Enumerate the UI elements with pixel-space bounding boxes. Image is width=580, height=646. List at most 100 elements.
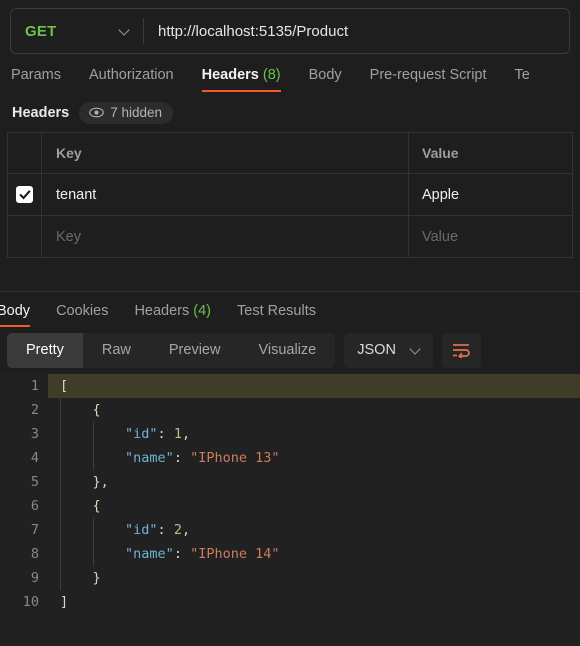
code-line-content: "id": 1,	[48, 421, 580, 446]
row-value-cell[interactable]: Value	[409, 216, 572, 257]
indent-guide	[60, 469, 61, 494]
request-tab-headers[interactable]: Headers (8)	[201, 67, 281, 92]
code-token: "name"	[125, 449, 174, 466]
code-line: 1[	[0, 373, 580, 398]
request-url-bar-container: GET http://localhost:5135/Product	[0, 0, 580, 54]
response-tab-headers[interactable]: Headers (4)	[134, 303, 211, 327]
response-tab-test-results[interactable]: Test Results	[237, 303, 316, 327]
request-tabs: Params Authorization Headers (8) Body Pre-re…	[0, 54, 580, 92]
request-tab-authorization[interactable]: Authorization	[89, 67, 174, 92]
code-line: 9 }	[0, 565, 580, 590]
row-enabled-checkbox[interactable]	[16, 186, 33, 203]
wrap-text-button[interactable]	[441, 332, 481, 368]
http-method-selector[interactable]: GET	[11, 9, 143, 53]
request-tab-te[interactable]: Te	[515, 67, 530, 92]
indent-guide	[60, 541, 61, 566]
api-client-window: GET http://localhost:5135/Product Params…	[0, 0, 580, 646]
response-view-mode-group: Pretty Raw Preview Visualize	[7, 332, 336, 368]
code-token: :	[173, 449, 191, 466]
request-tab-count: (8)	[258, 67, 281, 83]
row-key-cell[interactable]: tenant	[42, 174, 409, 215]
line-number: 4	[0, 445, 48, 470]
code-token: ,	[181, 521, 191, 538]
headers-table: Key Value tenant Apple Key Value	[7, 132, 573, 258]
code-token: :	[173, 545, 191, 562]
row-value-cell[interactable]: Apple	[409, 174, 572, 215]
code-line: 7 "id": 2,	[0, 517, 580, 542]
line-number: 8	[0, 541, 48, 566]
code-token: "IPhone 14"	[190, 545, 280, 562]
wrap-text-icon	[453, 344, 471, 358]
request-tab-label: Pre-request Script	[369, 67, 487, 83]
code-token: "name"	[125, 545, 174, 562]
response-format-select[interactable]: JSON	[344, 332, 433, 368]
response-tab-label: Cookies	[56, 302, 109, 319]
hidden-headers-toggle[interactable]: 7 hidden	[79, 102, 174, 124]
response-body-editor[interactable]: 1[2 {3 "id": 1, 4 "name": "IPhone 13" 5 },…	[0, 373, 580, 646]
view-mode-label: Preview	[168, 342, 221, 358]
view-mode-visualize[interactable]: Visualize	[239, 333, 335, 368]
row-key-cell[interactable]: Key	[42, 216, 409, 257]
code-line-content: "name": "IPhone 14"	[48, 541, 580, 566]
code-token: "id"	[125, 425, 158, 442]
line-number: 3	[0, 421, 48, 446]
response-tab-count: (4)	[189, 302, 212, 319]
code-token: 1	[173, 425, 182, 442]
table-row: tenant Apple	[8, 174, 572, 216]
view-mode-pretty[interactable]: Pretty	[7, 332, 83, 368]
code-line: 5 },	[0, 469, 580, 494]
code-token: },	[60, 473, 109, 490]
indent-guide	[60, 445, 61, 470]
request-tab-pre-request-script[interactable]: Pre-request Script	[370, 67, 487, 92]
code-token: ,	[181, 425, 191, 442]
response-tab-body[interactable]: Body	[0, 303, 31, 327]
code-line: 8 "name": "IPhone 14"	[0, 541, 580, 566]
row-checkbox-cell	[8, 174, 42, 215]
response-tab-cookies[interactable]: Cookies	[56, 303, 108, 327]
hidden-headers-count: 7 hidden	[110, 105, 163, 120]
table-header-key-cell: Key	[42, 133, 409, 173]
headers-table-body: tenant Apple Key Value	[8, 174, 572, 258]
line-number: 9	[0, 565, 48, 590]
response-format-label: JSON	[357, 342, 396, 358]
request-tab-params[interactable]: Params	[11, 67, 61, 92]
line-number: 1	[0, 373, 48, 398]
indent-guide	[60, 493, 61, 518]
code-line: 10]	[0, 589, 580, 614]
request-tab-label: Params	[11, 67, 61, 83]
view-mode-raw[interactable]: Raw	[83, 333, 150, 368]
code-line-content: {	[48, 493, 580, 518]
indent-guide	[60, 397, 61, 422]
request-url-bar: GET http://localhost:5135/Product	[10, 8, 570, 54]
request-tab-body[interactable]: Body	[309, 67, 342, 92]
line-number: 6	[0, 493, 48, 518]
indent-guide	[93, 445, 94, 470]
request-pane-spacer	[0, 258, 580, 291]
row-key-text: tenant	[56, 186, 97, 203]
code-token: [	[60, 377, 69, 394]
code-line-content: [	[48, 374, 580, 398]
url-input[interactable]: http://localhost:5135/Product	[144, 9, 569, 53]
code-token: }	[60, 569, 101, 586]
code-token: :	[157, 425, 174, 442]
table-header-value-cell: Value	[409, 133, 572, 173]
headers-section-title: Headers	[12, 105, 70, 121]
response-tab-label: Test Results	[237, 302, 316, 319]
code-token: {	[60, 401, 101, 418]
check-icon	[18, 189, 31, 200]
request-tab-label: Headers	[201, 67, 259, 83]
table-header-checkbox-cell	[8, 133, 42, 173]
row-value-text: Apple	[422, 186, 460, 203]
headers-toolbar: Headers 7 hidden	[0, 92, 580, 132]
code-line-content: ]	[48, 590, 580, 614]
line-number: 10	[0, 589, 48, 614]
view-mode-label: Visualize	[258, 342, 317, 358]
code-line-content: "id": 2,	[48, 517, 580, 542]
view-mode-preview[interactable]: Preview	[150, 333, 240, 368]
code-line: 6 {	[0, 493, 580, 518]
indent-guide	[93, 541, 94, 566]
eye-icon	[89, 107, 105, 118]
indent-guide	[60, 421, 61, 446]
request-tab-label: Body	[308, 67, 342, 83]
code-line-content: "name": "IPhone 13"	[48, 445, 580, 470]
